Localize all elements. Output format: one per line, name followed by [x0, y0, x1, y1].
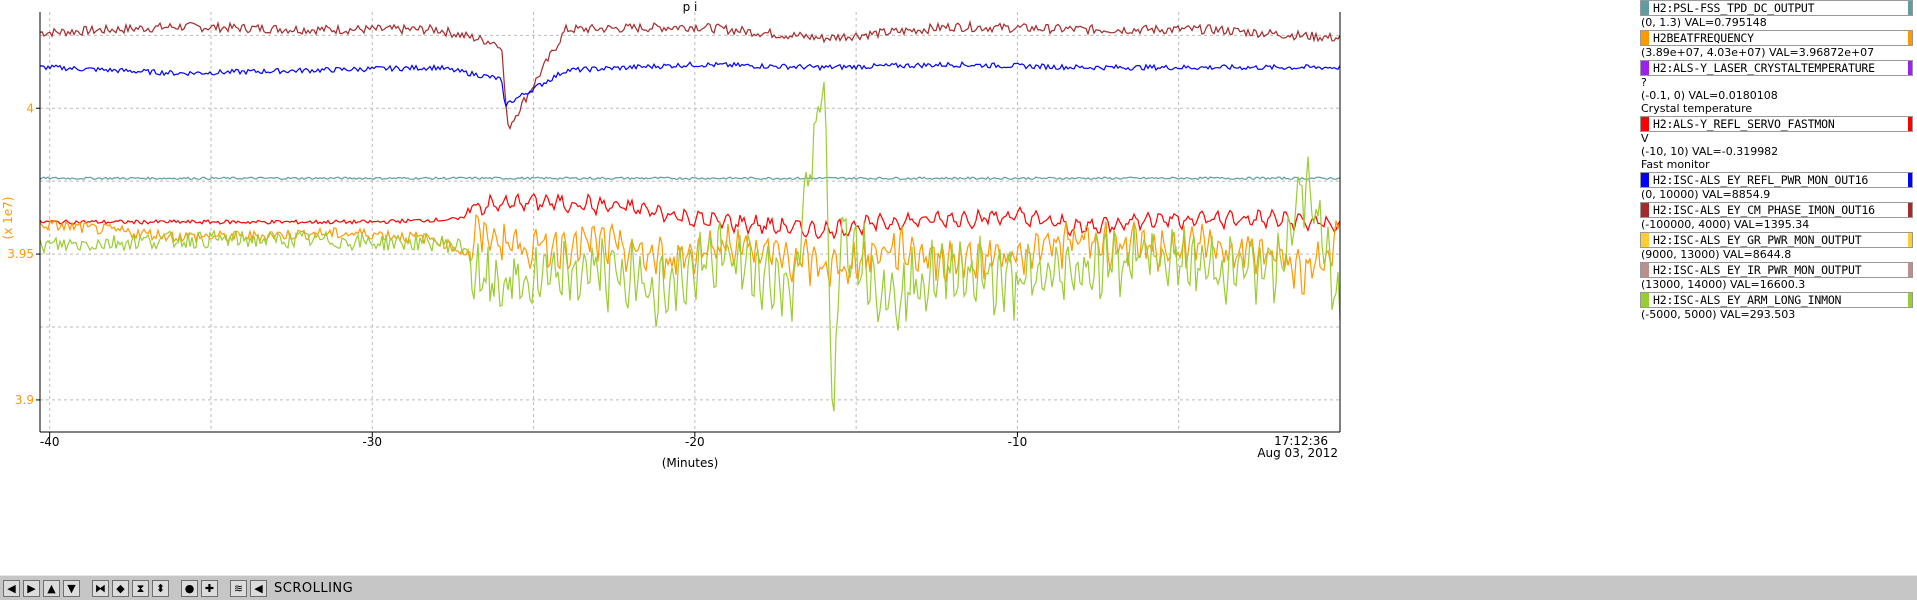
- legend-entry[interactable]: H2:ISC-ALS_EY_REFL_PWR_MON_OUT16 (0, 1000…: [1640, 172, 1917, 201]
- toolbar-buttons: ◀ ▶ ▲ ▼ ⧓ ◆ ⧗ ⬍ ● ✚ ≋ ◀: [3, 579, 267, 597]
- legend-channel-name[interactable]: H2:ISC-ALS_EY_ARM_LONG_INMON: [1640, 292, 1913, 308]
- legend-channel-label: H2:ALS-Y_REFL_SERVO_FASTMON: [1653, 117, 1835, 131]
- legend-channel-label: H2:ISC-ALS_EY_IR_PWR_MON_OUTPUT: [1653, 263, 1862, 277]
- legend-entry[interactable]: H2:PSL-FSS_TPD_DC_OUTPUT (0, 1.3) VAL=0.7…: [1640, 0, 1917, 29]
- legend-color-swatch: [1641, 293, 1649, 307]
- legend-color-swatch: [1641, 61, 1649, 75]
- legend-channel-label: H2:ISC-ALS_EY_ARM_LONG_INMON: [1653, 293, 1842, 307]
- toolbar: ◀ ▶ ▲ ▼ ⧓ ◆ ⧗ ⬍ ● ✚ ≋ ◀ SCROLLING: [0, 575, 1917, 600]
- legend-channel-name[interactable]: H2BEATFREQUENCY: [1640, 30, 1913, 46]
- legend-entry[interactable]: H2:ISC-ALS_EY_GR_PWR_MON_OUTPUT (9000, 13…: [1640, 232, 1917, 261]
- x-tick-label: -30: [362, 435, 382, 449]
- zoom-out-x-icon: ◆: [116, 581, 125, 595]
- legend-range-value: (9000, 13000) VAL=8644.8: [1641, 248, 1792, 261]
- legend-range-value: (-100000, 4000) VAL=1395.34: [1641, 218, 1810, 231]
- add-button[interactable]: ✚: [201, 579, 218, 597]
- legend-extra-info: Fast monitor: [1641, 158, 1710, 171]
- legend-color-swatch: [1641, 203, 1649, 217]
- legend-channel-label: H2:ISC-ALS_EY_REFL_PWR_MON_OUT16: [1653, 173, 1869, 187]
- scroll-right-icon: ▶: [27, 581, 36, 595]
- zoom-in-x-button[interactable]: ⧓: [92, 579, 109, 597]
- mode-toggle-icon: ◀: [254, 581, 263, 595]
- legend-channel-name[interactable]: H2:ISC-ALS_EY_REFL_PWR_MON_OUT16: [1640, 172, 1913, 188]
- legend-extra-info: (-10, 10) VAL=-0.319982: [1641, 145, 1779, 158]
- legend-entry[interactable]: H2BEATFREQUENCY (3.89e+07, 4.03e+07) VAL=…: [1640, 30, 1917, 59]
- plot-title: p i: [683, 0, 698, 14]
- record-icon: ●: [184, 581, 195, 595]
- x-axis-label: (Minutes): [662, 456, 719, 470]
- config-icon: ≋: [233, 581, 244, 595]
- legend-color-swatch: [1908, 1, 1912, 15]
- add-icon: ✚: [204, 581, 215, 595]
- legend-channel-label: H2BEATFREQUENCY: [1653, 31, 1754, 45]
- legend-color-swatch: [1641, 31, 1649, 45]
- legend-entry[interactable]: H2:ISC-ALS_EY_CM_PHASE_IMON_OUT16 (-10000…: [1640, 202, 1917, 231]
- legend-range-value: V: [1641, 132, 1649, 145]
- legend-entry[interactable]: H2:ALS-Y_LASER_CRYSTALTEMPERATURE? (-0.1,…: [1640, 60, 1917, 115]
- legend-color-swatch: [1908, 233, 1912, 247]
- y-tick-label: 3.95: [7, 247, 34, 261]
- zoom-out-x-button[interactable]: ◆: [112, 579, 129, 597]
- y-tick-label: 4: [26, 101, 34, 115]
- legend-channel-name[interactable]: H2:ISC-ALS_EY_GR_PWR_MON_OUTPUT: [1640, 232, 1913, 248]
- legend-channel-label: H2:ALS-Y_LASER_CRYSTALTEMPERATURE: [1653, 61, 1875, 75]
- scroll-up-icon: ▲: [47, 581, 56, 595]
- legend-channel-name[interactable]: H2:ISC-ALS_EY_IR_PWR_MON_OUTPUT: [1640, 262, 1913, 278]
- legend-channel-label: H2:ISC-ALS_EY_GR_PWR_MON_OUTPUT: [1653, 233, 1862, 247]
- scroll-right-button[interactable]: ▶: [23, 579, 40, 597]
- zoom-in-x-icon: ⧓: [95, 581, 106, 595]
- zoom-in-y-icon: ⧗: [136, 581, 145, 595]
- legend-extra-info: Crystal temperature: [1641, 102, 1753, 115]
- legend-color-swatch: [1641, 173, 1649, 187]
- legend-channel-name[interactable]: H2:ISC-ALS_EY_CM_PHASE_IMON_OUT16: [1640, 202, 1913, 218]
- legend-channel-label: H2:ISC-ALS_EY_CM_PHASE_IMON_OUT16: [1653, 203, 1875, 217]
- x-tick-label: -20: [685, 435, 705, 449]
- legend-extra-info: (-0.1, 0) VAL=0.0180108: [1641, 89, 1778, 102]
- y-tick-label: 3.9: [15, 393, 34, 407]
- legend-range-value: (-5000, 5000) VAL=293.503: [1641, 308, 1796, 321]
- legend-color-swatch: [1908, 61, 1912, 75]
- mode-toggle-button[interactable]: ◀: [250, 579, 267, 597]
- strip-chart[interactable]: -40 -30 -20 -10 4 3.95 3.9 p i (x 1e7) (Minute…: [0, 0, 1640, 575]
- scroll-down-button[interactable]: ▼: [63, 579, 80, 597]
- plot-background: [0, 0, 1640, 575]
- legend-channel-name[interactable]: H2:ALS-Y_LASER_CRYSTALTEMPERATURE: [1640, 60, 1913, 76]
- legend-range-value: (0, 1.3) VAL=0.795148: [1641, 16, 1767, 29]
- y-unit-label: (x 1e7): [1, 197, 15, 240]
- legend-color-swatch: [1908, 31, 1912, 45]
- legend-color-swatch: [1908, 263, 1912, 277]
- record-button[interactable]: ●: [181, 579, 198, 597]
- config-button[interactable]: ≋: [230, 579, 247, 597]
- legend-color-swatch: [1641, 1, 1649, 15]
- scroll-down-icon: ▼: [67, 581, 76, 595]
- legend-color-swatch: [1908, 293, 1912, 307]
- legend-range-value: (3.89e+07, 4.03e+07) VAL=3.96872e+07: [1641, 46, 1875, 59]
- legend-color-swatch: [1908, 203, 1912, 217]
- legend-color-swatch: [1908, 117, 1912, 131]
- legend-entry[interactable]: H2:ISC-ALS_EY_IR_PWR_MON_OUTPUT (13000, 1…: [1640, 262, 1917, 291]
- scroll-up-button[interactable]: ▲: [43, 579, 60, 597]
- zoom-out-y-button[interactable]: ⬍: [152, 579, 169, 597]
- legend-channel-name[interactable]: H2:ALS-Y_REFL_SERVO_FASTMON: [1640, 116, 1913, 132]
- legend: H2:PSL-FSS_TPD_DC_OUTPUT (0, 1.3) VAL=0.7…: [1640, 0, 1917, 322]
- legend-range-value: ?: [1641, 76, 1647, 89]
- zoom-out-y-icon: ⬍: [155, 581, 166, 595]
- legend-entry[interactable]: H2:ISC-ALS_EY_ARM_LONG_INMON (-5000, 5000…: [1640, 292, 1917, 321]
- legend-color-swatch: [1641, 233, 1649, 247]
- legend-channel-label: H2:PSL-FSS_TPD_DC_OUTPUT: [1653, 1, 1815, 15]
- legend-color-swatch: [1641, 263, 1649, 277]
- scroll-left-icon: ◀: [7, 581, 16, 595]
- legend-channel-name[interactable]: H2:PSL-FSS_TPD_DC_OUTPUT: [1640, 0, 1913, 16]
- x-tick-label: -10: [1008, 435, 1028, 449]
- legend-entry[interactable]: H2:ALS-Y_REFL_SERVO_FASTMON V (-10, 10) VA…: [1640, 116, 1917, 171]
- legend-color-swatch: [1908, 173, 1912, 187]
- scroll-left-button[interactable]: ◀: [3, 579, 20, 597]
- legend-color-swatch: [1641, 117, 1649, 131]
- x-tick-label: -40: [40, 435, 60, 449]
- zoom-in-y-button[interactable]: ⧗: [132, 579, 149, 597]
- scroll-mode-label: SCROLLING: [274, 580, 354, 596]
- current-date-label: Aug 03, 2012: [1257, 446, 1338, 460]
- legend-range-value: (0, 10000) VAL=8854.9: [1641, 188, 1771, 201]
- legend-range-value: (13000, 14000) VAL=16600.3: [1641, 278, 1806, 291]
